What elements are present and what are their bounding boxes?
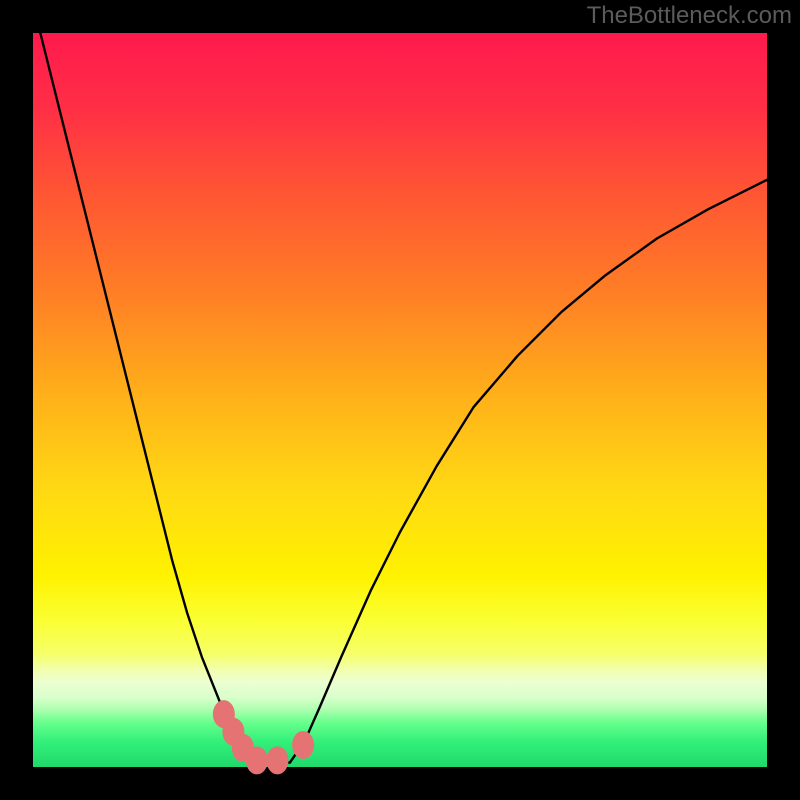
marker-floor-marker-2 xyxy=(266,746,288,774)
plot-area xyxy=(33,33,767,767)
watermark-text: TheBottleneck.com xyxy=(587,2,792,30)
chart-stage: TheBottleneck.com xyxy=(0,0,800,800)
chart-svg xyxy=(0,0,800,800)
marker-floor-marker-1 xyxy=(246,746,268,774)
marker-right-marker-1 xyxy=(292,731,314,759)
